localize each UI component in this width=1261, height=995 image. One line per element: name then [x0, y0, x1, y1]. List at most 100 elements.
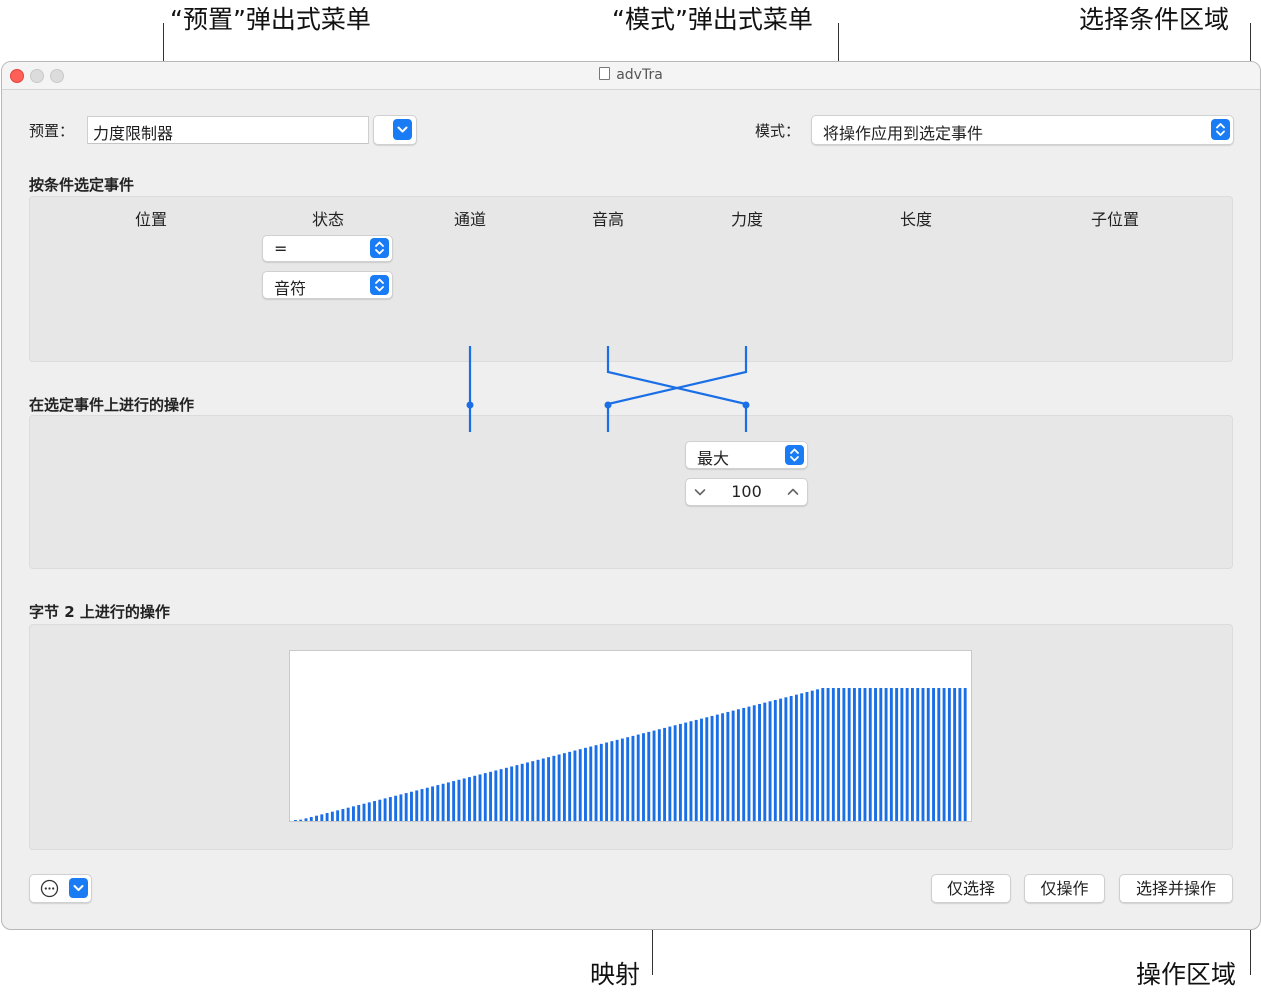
mapping-bar — [731, 710, 735, 821]
mapping-bar — [515, 765, 519, 821]
mapping-bar — [599, 743, 603, 821]
mapping-bar — [352, 806, 355, 821]
mapping-bar — [694, 719, 698, 821]
mapping-bar — [889, 688, 893, 821]
mapping-bar — [847, 688, 851, 821]
mapping-bar — [905, 688, 909, 821]
mapping-bar — [826, 688, 830, 821]
mapping-bar — [483, 773, 487, 821]
mapping-bar — [784, 697, 788, 821]
mapping-bar — [842, 688, 846, 821]
chevron-up-icon[interactable] — [786, 485, 800, 499]
mapping-bar — [309, 817, 313, 821]
mapping-graph[interactable] — [289, 650, 972, 822]
mapping-bar — [404, 793, 408, 821]
mapping-bar — [805, 691, 809, 821]
mapping-bar — [779, 698, 783, 821]
mapping-bar — [531, 761, 535, 821]
mapping-bar — [926, 688, 930, 821]
mapping-bar — [436, 785, 440, 821]
mapping-bar — [794, 694, 798, 821]
velocity-operation-value: 最大 — [697, 449, 730, 468]
mapping-bar — [721, 713, 725, 821]
mapping-bar — [626, 737, 630, 821]
mapping-bar — [557, 754, 561, 821]
mapping-bar — [330, 811, 334, 821]
mapping-bar — [494, 770, 498, 821]
mapping-bar — [431, 786, 435, 821]
mapping-bar — [446, 782, 450, 821]
mapping-bar — [821, 688, 825, 821]
mapping-bar — [584, 747, 587, 821]
mapping-bar — [489, 771, 493, 821]
mapping-bar — [378, 799, 382, 821]
mapping-bar — [810, 690, 814, 821]
mapping-bar — [541, 758, 545, 821]
mapping-bar — [610, 741, 614, 821]
mapping-bar — [473, 775, 477, 821]
mapping-bar — [800, 693, 804, 821]
mapping-bar — [668, 726, 672, 821]
mapping-bar — [932, 688, 935, 821]
mapping-bar — [916, 688, 920, 821]
mapping-bar — [594, 745, 598, 821]
mapping-bar — [673, 725, 677, 821]
mapping-bar — [399, 794, 403, 821]
mapping-bar — [874, 688, 877, 821]
mapping-bars — [294, 688, 967, 821]
mapping-bar — [415, 790, 419, 821]
mapping-bar — [388, 797, 392, 821]
mapping-bar — [852, 688, 856, 821]
mapping-bar — [457, 779, 461, 821]
mapping-bar — [736, 709, 740, 821]
mapping-bar — [652, 730, 656, 821]
mapping-bar — [816, 689, 819, 821]
velocity-operation-menu[interactable]: 最大 — [685, 441, 808, 469]
mapping-bar — [526, 762, 529, 821]
mapping-bar — [562, 753, 566, 821]
mapping-bar — [942, 688, 946, 821]
velocity-value-stepper[interactable]: 100 — [685, 478, 808, 506]
mapping-bar — [578, 749, 582, 821]
mapping-bar — [636, 734, 640, 821]
mapping-bar — [468, 777, 471, 821]
mapping-bar — [726, 711, 730, 821]
mapping-bar — [758, 703, 761, 821]
mapping-bar — [346, 807, 350, 821]
mapping-bar — [953, 688, 957, 821]
mapping-bar — [752, 705, 756, 821]
mapping-bar — [773, 699, 777, 821]
mapping-bar — [504, 767, 508, 821]
mapping-bar — [789, 695, 793, 821]
mapping-bar — [420, 789, 424, 821]
mapping-bar — [831, 688, 835, 821]
mapping-bar — [452, 781, 456, 821]
mapping-bar — [294, 820, 297, 821]
mapping-bar — [678, 723, 682, 821]
mapping-bar — [900, 688, 904, 821]
mapping-bar — [747, 706, 751, 821]
mapping-bar — [863, 688, 867, 821]
mapping-bar — [552, 755, 556, 821]
mapping-bar — [383, 798, 387, 821]
mapping-bar — [462, 778, 466, 821]
mapping-bar — [958, 688, 962, 821]
mapping-bar — [705, 717, 709, 821]
mapping-bar — [631, 735, 635, 821]
mapping-bar — [320, 814, 324, 821]
mapping-bar — [367, 802, 371, 821]
mapping-bar — [394, 795, 398, 821]
mapping-bar — [895, 688, 899, 821]
mapping-bar — [715, 714, 719, 821]
mapping-bar — [425, 787, 429, 821]
mapping-bar — [520, 763, 524, 821]
mapping-bar — [879, 688, 883, 821]
routing-lines — [466, 346, 750, 432]
mapping-bar — [536, 759, 540, 821]
mapping-bar — [373, 801, 376, 821]
mapping-bar — [768, 701, 772, 821]
mapping-bar — [615, 739, 619, 821]
mapping-bar — [341, 809, 345, 821]
mapping-bar — [478, 774, 482, 821]
mapping-bar — [547, 757, 551, 821]
